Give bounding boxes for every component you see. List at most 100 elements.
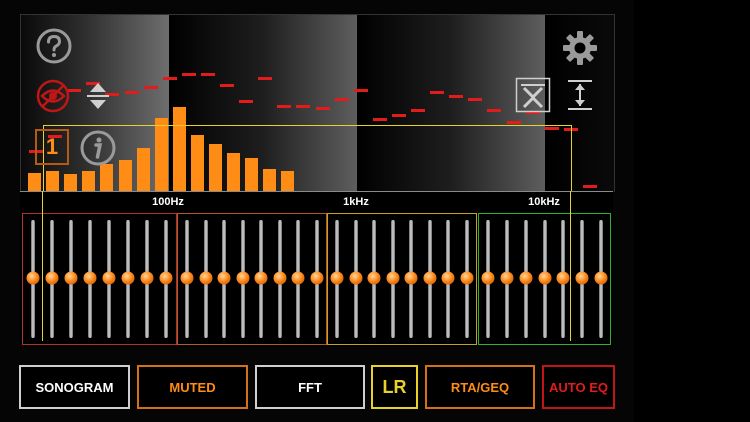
rta-display[interactable]: 1 xyxy=(20,14,615,192)
eq-slider-knob[interactable] xyxy=(102,271,116,285)
mute-view-button[interactable] xyxy=(33,78,73,114)
axis-label-100hz: 100Hz xyxy=(152,196,184,208)
eq-slider-knob[interactable] xyxy=(500,271,514,285)
muted-button[interactable]: MUTED xyxy=(137,365,248,409)
frequency-axis: 100Hz 1kHz 10kHz xyxy=(20,191,613,212)
eq-slider-knob[interactable] xyxy=(45,271,59,285)
eq-slider-knob[interactable] xyxy=(349,271,363,285)
zoom-toggle-button[interactable] xyxy=(515,77,551,113)
eq-slider-knob[interactable] xyxy=(273,271,287,285)
crosshair-right-extension xyxy=(570,191,571,341)
peak-marker xyxy=(143,86,158,89)
axis-label-10khz: 10kHz xyxy=(528,196,560,208)
eq-slider-knob[interactable] xyxy=(538,271,551,285)
eq-group-low xyxy=(22,213,177,345)
rta-bar xyxy=(46,171,60,192)
eq-slider-knob[interactable] xyxy=(254,271,268,285)
peak-marker xyxy=(487,109,502,112)
lr-button[interactable]: LR xyxy=(371,365,418,409)
eq-slider-knob[interactable] xyxy=(441,271,455,285)
rta-bar xyxy=(281,171,295,192)
eq-slider-knob[interactable] xyxy=(519,271,533,285)
range-button[interactable] xyxy=(563,77,597,113)
eq-slider-knob[interactable] xyxy=(404,271,418,285)
eq-slider-knob[interactable] xyxy=(217,271,231,285)
eq-slider-knob[interactable] xyxy=(594,271,608,285)
rta-bar xyxy=(245,158,259,192)
eq-slider-knob[interactable] xyxy=(291,271,305,285)
crosshair-left-extension xyxy=(42,191,43,341)
rta-bar xyxy=(82,171,96,192)
eq-slider-knob[interactable] xyxy=(367,271,381,285)
rta-bar xyxy=(154,118,168,192)
peak-marker xyxy=(334,98,349,101)
info-button[interactable] xyxy=(79,129,117,167)
eq-slider-knob[interactable] xyxy=(575,271,589,285)
peak-marker xyxy=(220,84,234,87)
eq-slider-knob[interactable] xyxy=(199,271,213,285)
range-icon xyxy=(568,80,592,110)
audio-analyzer-app: 1 100Hz 1kHz 10kHz SONOGRAM MUTED FFT LR… xyxy=(0,0,634,422)
gear-icon xyxy=(563,31,597,65)
rta-bar xyxy=(227,153,241,192)
rta-bar xyxy=(209,144,222,192)
eq-slider-knob[interactable] xyxy=(236,271,250,285)
auto-eq-button[interactable]: AUTO EQ xyxy=(542,365,615,409)
rta-bar xyxy=(118,160,132,192)
eq-slider-knob[interactable] xyxy=(26,271,40,285)
peak-marker xyxy=(162,77,177,80)
rta-bar xyxy=(190,135,204,192)
channel-number: 1 xyxy=(45,134,59,159)
eq-slider-knob[interactable] xyxy=(330,271,344,285)
eye-off-icon xyxy=(36,79,70,113)
eq-slider-knob[interactable] xyxy=(481,271,495,285)
graphic-eq-panel xyxy=(20,211,613,347)
vertical-scale-icon xyxy=(87,83,109,109)
eq-slider-knob[interactable] xyxy=(83,271,97,285)
rta-bar xyxy=(100,164,114,192)
peak-marker xyxy=(372,118,387,121)
channel-select-button[interactable]: 1 xyxy=(35,129,69,165)
peak-marker xyxy=(544,127,559,130)
fft-button[interactable]: FFT xyxy=(255,365,365,409)
info-icon xyxy=(80,130,116,166)
eq-slider-knob[interactable] xyxy=(140,271,154,285)
crosshair-right-vertical xyxy=(571,125,572,192)
eq-slider-knob[interactable] xyxy=(180,271,194,285)
peak-marker xyxy=(449,95,464,98)
peak-marker xyxy=(430,91,445,94)
rta-bar xyxy=(64,174,78,192)
peak-marker xyxy=(391,114,406,117)
eq-slider-knob[interactable] xyxy=(460,271,474,285)
peak-marker xyxy=(277,105,292,108)
peak-marker xyxy=(468,98,483,101)
rta-geq-button[interactable]: RTA/GEQ xyxy=(425,365,535,409)
peak-marker xyxy=(353,89,368,92)
peak-marker xyxy=(411,109,425,112)
rta-bar xyxy=(263,169,277,192)
eq-slider-knob[interactable] xyxy=(423,271,437,285)
settings-button[interactable] xyxy=(559,29,601,67)
peak-marker xyxy=(296,105,311,108)
peak-marker xyxy=(582,185,597,188)
eq-slider-knob[interactable] xyxy=(64,271,78,285)
eq-group-high-mid xyxy=(327,213,477,345)
eq-slider-knob[interactable] xyxy=(556,271,570,285)
zoom-in-icon xyxy=(515,77,551,113)
help-button[interactable] xyxy=(35,27,73,65)
eq-slider-knob[interactable] xyxy=(386,271,400,285)
peak-marker xyxy=(506,121,521,124)
rta-bar xyxy=(28,173,41,192)
rta-bar xyxy=(136,148,150,192)
eq-slider-knob[interactable] xyxy=(310,271,324,285)
eq-slider-knob[interactable] xyxy=(121,271,135,285)
eq-group-low-mid xyxy=(177,213,327,345)
peak-marker xyxy=(315,107,330,110)
vertical-scale-button[interactable] xyxy=(81,79,115,113)
peak-marker xyxy=(200,73,215,76)
rta-bar xyxy=(172,107,186,192)
peak-marker xyxy=(258,77,273,80)
crosshair-horizontal xyxy=(43,125,571,126)
eq-slider-knob[interactable] xyxy=(159,271,173,285)
sonogram-button[interactable]: SONOGRAM xyxy=(19,365,130,409)
